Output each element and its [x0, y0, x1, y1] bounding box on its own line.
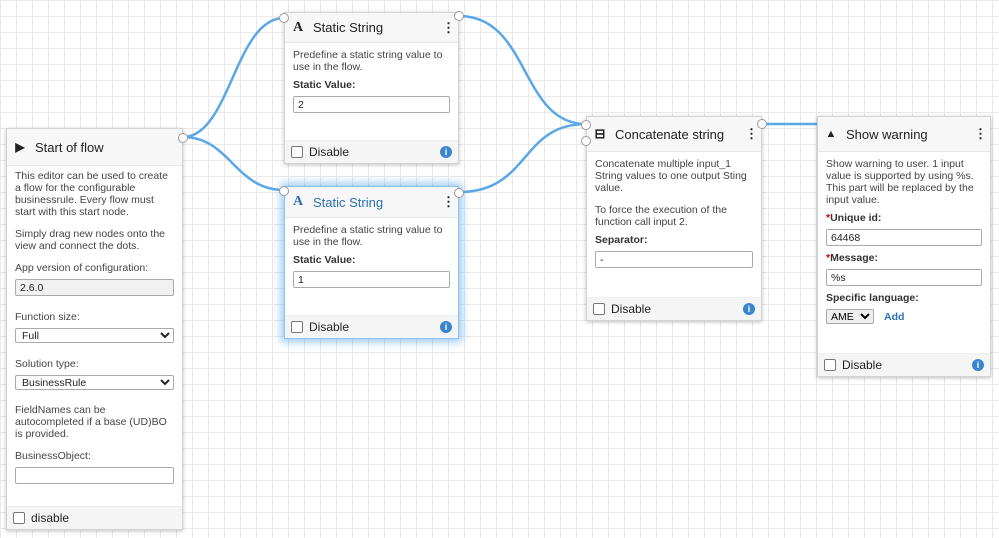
disable-checkbox[interactable]: [13, 512, 25, 524]
start-node-header[interactable]: ▶ Start of flow: [7, 129, 182, 166]
start-node-description: This editor can be used to create a flow…: [15, 170, 168, 218]
solution-type-label: Solution type:: [15, 358, 79, 370]
concatenate-output-port[interactable]: [757, 119, 767, 129]
wire-start-to-static-1: [182, 16, 285, 139]
static-string-2-output-port[interactable]: [454, 188, 464, 198]
language-row: AME Add: [826, 309, 982, 324]
function-size-label: Function size:: [15, 311, 80, 323]
static-string-2-input-port[interactable]: [279, 186, 289, 196]
static-string-node-1[interactable]: A Static String ⋮ Predefine a static str…: [279, 11, 464, 164]
disable-checkbox[interactable]: [824, 359, 836, 371]
static-string-2-description: Predefine a static string value to use i…: [293, 224, 443, 248]
static-string-2-header[interactable]: A Static String ⋮: [285, 187, 458, 218]
static-string-2-title: Static String: [313, 194, 384, 210]
text-icon: A: [292, 19, 304, 35]
app-version-label: App version of configuration:: [15, 262, 149, 274]
node-menu-icon[interactable]: ⋮: [442, 20, 455, 36]
disable-checkbox[interactable]: [593, 303, 605, 315]
static-string-node-2[interactable]: A Static String ⋮ Predefine a static str…: [279, 186, 464, 339]
concatenate-input-2-port[interactable]: [581, 136, 591, 146]
text-icon: A: [292, 194, 304, 209]
concatenate-description: Concatenate multiple input_1 String valu…: [595, 158, 747, 194]
static-string-1-title: Static String: [313, 20, 384, 35]
static-string-1-input-port[interactable]: [279, 13, 289, 23]
start-node-footer: disable: [7, 506, 182, 529]
disable-label: Disable: [842, 358, 883, 372]
concatenate-footer: Disable i: [587, 297, 761, 320]
static-value-field[interactable]: [293, 96, 450, 113]
specific-language-label: Specific language:: [826, 292, 919, 304]
app-version-field[interactable]: [15, 279, 174, 296]
start-output-port[interactable]: [178, 133, 188, 143]
node-menu-icon[interactable]: ⋮: [974, 126, 987, 142]
wire-static-1-to-concat: [458, 14, 587, 126]
play-icon: ▶: [15, 140, 25, 154]
concatenate-header[interactable]: ⊟ Concatenate string ⋮: [587, 117, 761, 152]
message-field[interactable]: [826, 269, 982, 286]
disable-label: Disable: [309, 145, 350, 159]
static-value-label: Static Value:: [293, 254, 356, 266]
show-warning-title: Show warning: [846, 126, 928, 142]
unique-id-label: *Unique id:: [826, 212, 982, 224]
business-object-field[interactable]: [15, 467, 174, 484]
info-icon[interactable]: i: [743, 303, 755, 315]
disable-label: disable: [31, 511, 70, 525]
add-language-button[interactable]: Add: [884, 311, 904, 323]
node-menu-icon[interactable]: ⋮: [442, 194, 455, 210]
static-string-2-footer: Disable i: [285, 315, 458, 338]
info-icon[interactable]: i: [440, 321, 452, 333]
disable-label: Disable: [611, 302, 652, 316]
static-value-field[interactable]: [293, 271, 450, 288]
wire-static-2-to-concat: [458, 122, 587, 194]
concatenate-input-1-port[interactable]: [581, 120, 591, 130]
static-string-1-description: Predefine a static string value to use i…: [293, 49, 443, 73]
show-warning-header[interactable]: ▲ Show warning ⋮: [818, 117, 990, 152]
separator-field[interactable]: [595, 251, 753, 268]
concatenate-icon: ⊟: [594, 126, 606, 141]
concatenate-title: Concatenate string: [615, 126, 725, 142]
disable-label: Disable: [309, 320, 350, 334]
static-string-1-output-port[interactable]: [454, 11, 464, 21]
info-icon[interactable]: i: [972, 359, 984, 371]
show-warning-description: Show warning to user. 1 input value is s…: [826, 158, 974, 206]
start-of-flow-node[interactable]: ▶ Start of flow This editor can be used …: [6, 128, 188, 530]
info-icon[interactable]: i: [440, 146, 452, 158]
node-menu-icon[interactable]: ⋮: [745, 126, 758, 142]
separator-label: Separator:: [595, 234, 648, 246]
concatenate-string-node[interactable]: ⊟ Concatenate string ⋮ Concatenate multi…: [581, 116, 767, 321]
message-label: *Message:: [826, 252, 982, 264]
solution-type-select[interactable]: BusinessRule: [15, 375, 174, 390]
disable-checkbox[interactable]: [291, 146, 303, 158]
business-object-label: BusinessObject:: [15, 450, 91, 462]
static-value-label: Static Value:: [293, 79, 356, 91]
show-warning-footer: Disable i: [818, 353, 990, 376]
show-warning-node[interactable]: ▲ Show warning ⋮ Show warning to user. 1…: [817, 116, 991, 377]
function-size-select[interactable]: Full: [15, 328, 174, 343]
warning-icon: ▲: [825, 128, 837, 140]
unique-id-label-text: Unique id:: [830, 212, 882, 224]
start-node-drag-hint: Simply drag new nodes onto the view and …: [15, 228, 166, 252]
static-string-1-footer: Disable i: [285, 140, 458, 163]
fieldnames-note: FieldNames can be autocompleted if a bas…: [15, 404, 167, 440]
message-label-text: Message:: [830, 252, 878, 264]
language-select[interactable]: AME: [826, 309, 874, 324]
wire-start-to-static-2: [182, 135, 285, 192]
disable-checkbox[interactable]: [291, 321, 303, 333]
static-string-1-header[interactable]: A Static String ⋮: [285, 13, 458, 43]
concatenate-force-hint: To force the execution of the function c…: [595, 204, 727, 228]
unique-id-field[interactable]: [826, 229, 982, 246]
start-node-title: Start of flow: [35, 139, 104, 155]
